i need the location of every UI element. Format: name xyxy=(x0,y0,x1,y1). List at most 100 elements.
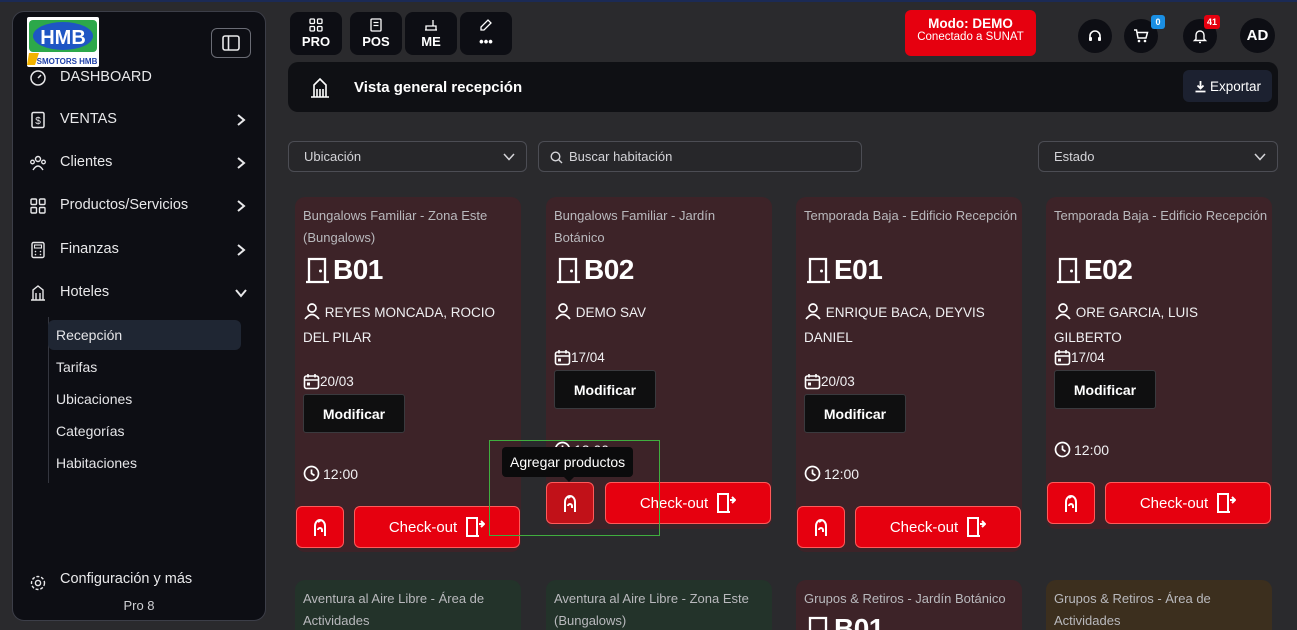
checkout-label: Check-out xyxy=(889,518,959,536)
sidebar: HMB SMOTORS HMB DASHBOARD $ VENTAS Clien… xyxy=(12,11,266,621)
room-location: Grupos & Retiros - Área de Actividades xyxy=(1054,591,1211,628)
notification-count-badge: 41 xyxy=(1204,15,1221,29)
sidebar-item-productos[interactable]: Productos/Servicios xyxy=(13,190,265,220)
checkout-time: 12:00 xyxy=(804,465,859,482)
guest-name-label: REYES MONCADA, ROCIO DEL PILAR xyxy=(303,305,496,345)
sidebar-item-finanzas[interactable]: Finanzas xyxy=(13,234,265,264)
config-menu-item[interactable]: Configuración y más xyxy=(13,567,265,591)
sidebar-toggle-button[interactable] xyxy=(211,28,251,58)
me-button[interactable]: ME xyxy=(405,12,457,55)
user-icon xyxy=(805,303,821,320)
company-logo[interactable]: HMB SMOTORS HMB xyxy=(27,17,99,67)
grid-icon xyxy=(309,18,323,32)
state-select[interactable]: Estado xyxy=(1038,141,1278,172)
bell-service-icon xyxy=(815,519,827,536)
chevron-right-icon xyxy=(237,200,246,212)
add-products-button[interactable] xyxy=(797,506,845,548)
checkout-button[interactable]: Check-out xyxy=(354,506,520,548)
me-label: ME xyxy=(421,34,441,49)
mode-title: Modo: DEMO xyxy=(928,16,1013,31)
checkin-date: 20/03 xyxy=(804,373,855,390)
pro-label: PRO xyxy=(301,34,331,49)
pos-button[interactable]: POS xyxy=(350,12,402,55)
room-card: Grupos & Retiros - Jardín Botánico B01 xyxy=(796,580,1022,630)
sidebar-item-hoteles[interactable]: Hoteles xyxy=(13,277,265,307)
door-icon xyxy=(306,257,329,284)
sidebar-item-label: VENTAS xyxy=(60,111,117,127)
add-products-button[interactable] xyxy=(546,482,594,524)
checkin-date-label: 20/03 xyxy=(320,374,354,389)
sidebar-subitem-categorias[interactable]: Categorías xyxy=(48,416,241,446)
sidebar-subitem-recepcion[interactable]: Recepción xyxy=(48,320,241,350)
checkout-time: 12:00 xyxy=(1054,441,1109,458)
demo-mode-badge[interactable]: Modo: DEMO Conectado a SUNAT xyxy=(905,10,1036,56)
checkout-time: 12:00 xyxy=(303,465,358,482)
location-select[interactable]: Ubicación xyxy=(288,141,527,172)
room-card-e02: Temporada Baja - Edificio Recepción E02 … xyxy=(1046,197,1272,529)
sidebar-subitem-habitaciones[interactable]: Habitaciones xyxy=(48,448,241,478)
more-button[interactable]: ••• xyxy=(460,12,512,55)
room-card-b02: Bungalows Familiar - Jardín Botánico B02… xyxy=(546,197,772,529)
clock-icon xyxy=(303,465,320,482)
edit-icon xyxy=(480,19,492,31)
pos-label: POS xyxy=(362,34,390,49)
modify-button[interactable]: Modificar xyxy=(1054,370,1156,409)
checkout-time-label: 12:00 xyxy=(323,465,359,482)
gear-icon xyxy=(30,575,46,591)
sidebar-item-label: Productos/Servicios xyxy=(60,197,189,213)
mode-subtitle: Conectado a SUNAT xyxy=(917,31,1024,43)
checkout-label: Check-out xyxy=(388,518,458,536)
checkout-button[interactable]: Check-out xyxy=(605,482,771,524)
checkout-label: Check-out xyxy=(1139,494,1209,512)
checkin-date-label: 17/04 xyxy=(1071,350,1105,365)
checkout-button[interactable]: Check-out xyxy=(1105,482,1271,524)
room-search-input[interactable]: Buscar habitación xyxy=(538,141,862,172)
sidebar-item-clientes[interactable]: Clientes xyxy=(13,147,265,177)
checkin-date: 20/03 xyxy=(303,373,354,390)
config-label: Configuración y más xyxy=(60,571,193,587)
sidebar-panel-icon xyxy=(222,35,240,51)
sidebar-item-label: Clientes xyxy=(60,154,113,170)
users-icon xyxy=(30,155,46,171)
chevron-right-icon xyxy=(237,114,246,126)
bell-icon xyxy=(1192,30,1208,44)
room-number-label: B01 xyxy=(834,613,884,630)
add-products-button[interactable] xyxy=(296,506,344,548)
sidebar-item-dashboard[interactable]: DASHBOARD xyxy=(13,62,265,92)
room-number-label: B02 xyxy=(584,254,634,285)
top-accent-line xyxy=(0,0,1297,2)
receipt-icon xyxy=(370,18,382,32)
search-icon xyxy=(550,151,563,164)
door-icon xyxy=(808,616,828,630)
user-avatar[interactable]: AD xyxy=(1240,18,1275,53)
door-exit-icon xyxy=(466,517,486,537)
pro-button[interactable]: PRO xyxy=(290,12,342,55)
chevron-down-icon xyxy=(503,153,515,161)
export-button[interactable]: Exportar xyxy=(1183,70,1272,102)
checkin-date: 17/04 xyxy=(554,349,605,366)
sidebar-subitem-ubicaciones[interactable]: Ubicaciones xyxy=(48,384,241,414)
cart-count-badge: 0 xyxy=(1151,15,1165,29)
clock-icon xyxy=(804,465,821,482)
room-number: B02 xyxy=(556,254,634,286)
add-products-button[interactable] xyxy=(1047,482,1095,524)
room-location: Aventura al Aire Libre - Área de Activid… xyxy=(303,591,485,628)
checkout-time-label: 12:00 xyxy=(824,465,860,482)
user-icon xyxy=(555,303,571,320)
user-icon xyxy=(1055,303,1071,320)
checkout-button[interactable]: Check-out xyxy=(855,506,1021,548)
modify-button[interactable]: Modificar xyxy=(303,394,405,433)
guest-name: ENRIQUE BACA, DEYVIS DANIEL xyxy=(804,300,1019,350)
support-button[interactable] xyxy=(1078,19,1112,53)
modify-button[interactable]: Modificar xyxy=(804,394,906,433)
chevron-down-icon xyxy=(235,289,247,298)
guest-name-label: ORE GARCIA, LUIS GILBERTO xyxy=(1054,305,1199,345)
checkin-date-label: 17/04 xyxy=(571,350,605,365)
cart-icon xyxy=(1134,29,1149,43)
more-label: ••• xyxy=(479,34,493,49)
room-number-label: E01 xyxy=(834,254,883,285)
sidebar-item-ventas[interactable]: $ VENTAS xyxy=(13,104,265,134)
sidebar-subitem-tarifas[interactable]: Tarifas xyxy=(48,352,241,382)
modify-button[interactable]: Modificar xyxy=(554,370,656,409)
room-number: E02 xyxy=(1056,254,1133,286)
